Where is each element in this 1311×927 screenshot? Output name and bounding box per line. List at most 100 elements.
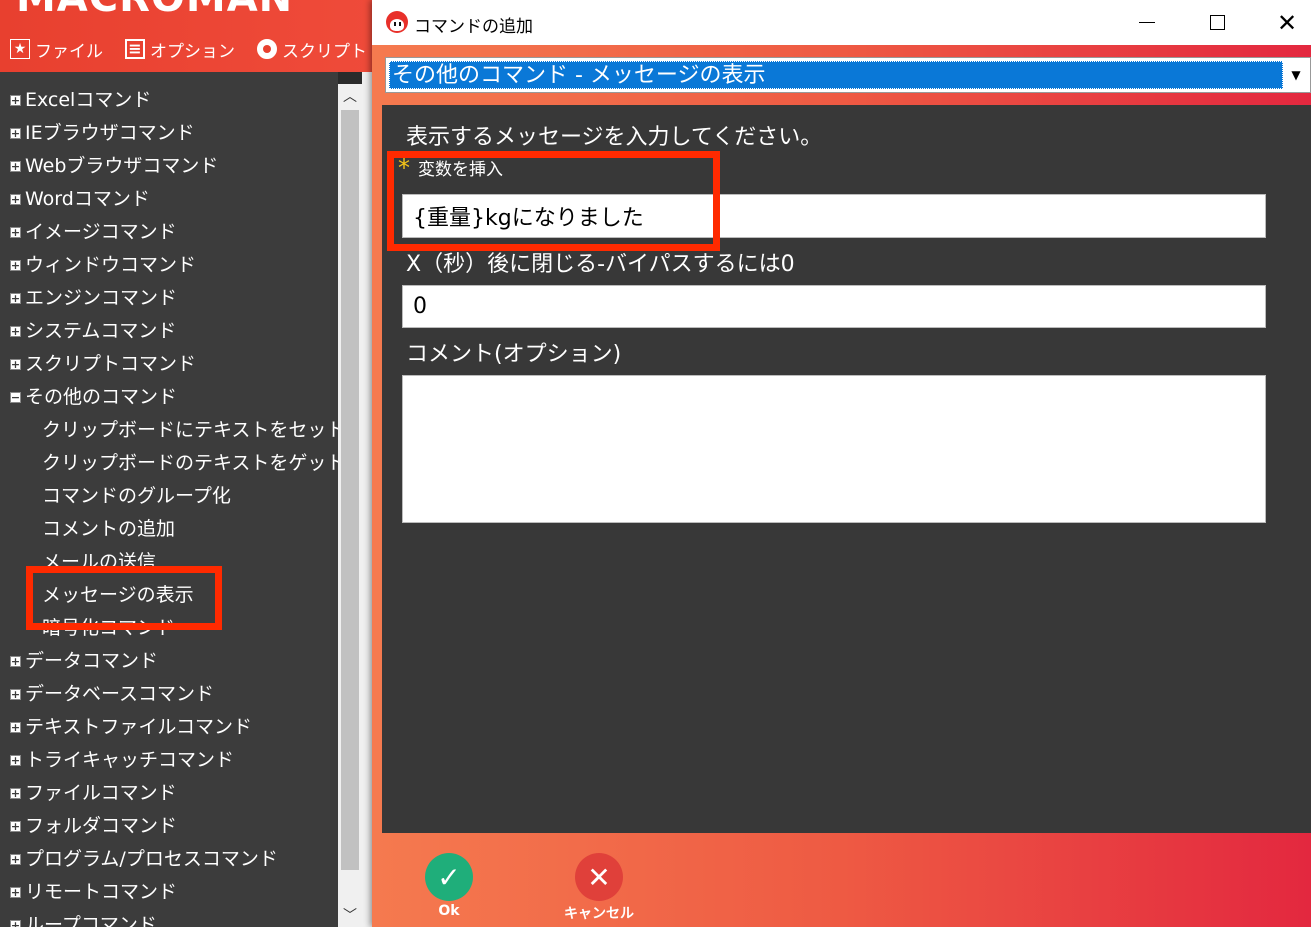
ok-button[interactable]: ✓ Ok <box>414 853 484 925</box>
command-select-value: その他のコマンド - メッセージの表示 <box>389 61 1283 89</box>
dialog-titlebar: コマンドの追加 ✕ <box>372 0 1311 45</box>
tree-category[interactable]: + リモートコマンド <box>0 874 338 907</box>
timeout-input[interactable] <box>402 285 1266 328</box>
menu-options-label: オプション <box>150 41 235 62</box>
menu-options[interactable]: オプション <box>125 37 235 62</box>
tree-category[interactable]: + トライキャッチコマンド <box>0 742 338 775</box>
expand-icon[interactable]: + <box>10 227 21 238</box>
tree-item-label: クリップボードにテキストをセット <box>42 419 338 441</box>
tree-category[interactable]: + プログラム/プロセスコマンド <box>0 841 338 874</box>
cancel-button[interactable]: ✕ キャンセル <box>564 853 634 925</box>
tree-category[interactable]: + ファイルコマンド <box>0 775 338 808</box>
expand-icon[interactable]: + <box>10 920 21 927</box>
app-logo-icon <box>386 11 408 33</box>
expand-icon[interactable]: + <box>10 128 21 139</box>
expand-icon[interactable]: + <box>10 359 21 370</box>
tree-category[interactable]: + データコマンド <box>0 643 338 676</box>
collapse-icon[interactable]: − <box>10 392 21 403</box>
tree-category[interactable]: + エンジンコマンド <box>0 280 338 313</box>
expand-icon[interactable]: + <box>10 326 21 337</box>
maximize-icon <box>1209 15 1225 30</box>
tree-category[interactable]: + Webブラウザコマンド <box>0 148 338 181</box>
sidebar-divider <box>362 72 372 927</box>
menu-script-label: スクリプト <box>282 41 367 62</box>
expand-icon[interactable]: + <box>10 788 21 799</box>
tree-category[interactable]: + Wordコマンド <box>0 181 338 214</box>
tree-item-label: システムコマンド <box>25 320 177 342</box>
close-icon: ✕ <box>575 853 623 901</box>
insert-variable-link[interactable]: * 変数を挿入 <box>398 153 503 182</box>
expand-icon[interactable]: + <box>10 194 21 205</box>
expand-icon[interactable]: + <box>10 755 21 766</box>
star-icon: ★ <box>10 39 30 59</box>
tree-category[interactable]: + Excelコマンド <box>0 82 338 115</box>
tree-item-label: Excelコマンド <box>25 89 152 111</box>
close-button[interactable]: ✕ <box>1252 0 1311 45</box>
expand-icon[interactable]: + <box>10 260 21 271</box>
tree-item-label: ファイルコマンド <box>25 782 177 804</box>
tree-category[interactable]: + スクリプトコマンド <box>0 346 338 379</box>
expand-icon[interactable]: + <box>10 722 21 733</box>
tree-category[interactable]: + テキストファイルコマンド <box>0 709 338 742</box>
tree-item[interactable]: メッセージの表示 <box>0 577 338 610</box>
menu-script[interactable]: スクリプト <box>257 37 367 62</box>
tree-item[interactable]: クリップボードのテキストをゲット <box>0 445 338 478</box>
cancel-label: キャンセル <box>564 906 634 922</box>
tree-item-label: プログラム/プロセスコマンド <box>25 848 278 870</box>
tree-category[interactable]: + システムコマンド <box>0 313 338 346</box>
tree-item-label: データベースコマンド <box>25 683 215 705</box>
expand-icon[interactable]: + <box>10 293 21 304</box>
tree-category[interactable]: + ウィンドウコマンド <box>0 247 338 280</box>
maximize-button[interactable] <box>1182 0 1252 45</box>
expand-icon[interactable]: + <box>10 161 21 172</box>
tree-item-label: リモートコマンド <box>25 881 178 903</box>
scroll-up-button[interactable]: ︿ <box>338 84 362 108</box>
scroll-down-button[interactable]: ﹀ <box>338 903 362 927</box>
tree-item-label: クリップボードのテキストをゲット <box>42 452 338 474</box>
command-select[interactable]: その他のコマンド - メッセージの表示 ▼ <box>385 57 1311 93</box>
tree-item-label: Webブラウザコマンド <box>25 155 219 177</box>
scroll-thumb[interactable] <box>341 110 359 870</box>
tree-category[interactable]: + データベースコマンド <box>0 676 338 709</box>
tree-item[interactable]: 暗号化コマンド <box>0 610 338 643</box>
app-header: MACROMAN ★ ファイル オプション スクリプト <box>0 0 380 72</box>
expand-icon[interactable]: + <box>10 887 21 898</box>
close-icon: ✕ <box>1276 8 1298 37</box>
expand-icon[interactable]: + <box>10 689 21 700</box>
dialog-body: その他のコマンド - メッセージの表示 ▼ 表示するメッセージを入力してください… <box>372 45 1311 927</box>
tree-item-label: コメントの追加 <box>42 518 176 540</box>
dropdown-arrow-icon[interactable]: ▼ <box>1282 58 1310 92</box>
tree-item-label: その他のコマンド <box>25 386 178 408</box>
tree-item[interactable]: メールの送信 <box>0 544 338 577</box>
menu-file[interactable]: ★ ファイル <box>10 37 103 62</box>
comment-input[interactable] <box>402 375 1266 523</box>
tree-item[interactable]: コマンドのグループ化 <box>0 478 338 511</box>
tree-category[interactable]: + ループコマンド <box>0 907 338 927</box>
tree-item[interactable]: クリップボードにテキストをセット <box>0 412 338 445</box>
tree-category[interactable]: − その他のコマンド <box>0 379 338 412</box>
tree-item-label: イメージコマンド <box>25 221 177 243</box>
tree-item[interactable]: コメントの追加 <box>0 511 338 544</box>
expand-icon[interactable]: + <box>10 95 21 106</box>
tree-item-label: Wordコマンド <box>25 188 150 210</box>
message-input[interactable] <box>402 194 1266 238</box>
check-icon: ✓ <box>425 853 473 901</box>
tree-item-label: フォルダコマンド <box>25 815 178 837</box>
tree-category[interactable]: + フォルダコマンド <box>0 808 338 841</box>
minimize-icon <box>1139 22 1155 23</box>
tree-item-label: データコマンド <box>25 650 159 672</box>
tree-item-label: ループコマンド <box>25 914 157 927</box>
tree-item-label: テキストファイルコマンド <box>25 716 253 738</box>
tree-category[interactable]: + イメージコマンド <box>0 214 338 247</box>
expand-icon[interactable]: + <box>10 656 21 667</box>
tree-item-label: メールの送信 <box>42 551 157 573</box>
minimize-button[interactable] <box>1112 0 1182 45</box>
tree-item-label: トライキャッチコマンド <box>25 749 235 771</box>
message-label: 表示するメッセージを入力してください。 <box>406 125 823 150</box>
expand-icon[interactable]: + <box>10 854 21 865</box>
asterisk-icon: * <box>398 153 410 182</box>
sidebar-scrollbar[interactable]: ︿ ﹀ <box>338 84 362 927</box>
ok-label: Ok <box>438 903 460 919</box>
expand-icon[interactable]: + <box>10 821 21 832</box>
tree-category[interactable]: + IEブラウザコマンド <box>0 115 338 148</box>
